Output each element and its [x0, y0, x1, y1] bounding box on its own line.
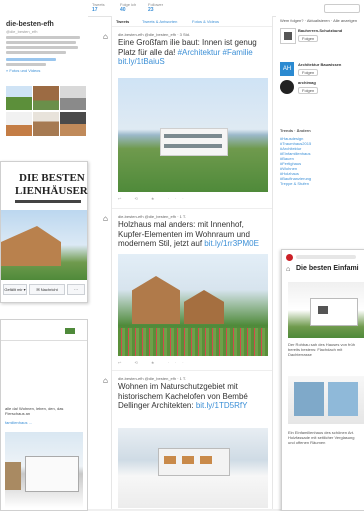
pin-caption: Ein Einfamilienhaus des schönen Art. Hol… [288, 430, 355, 445]
flower-meadow [118, 328, 268, 356]
tweet-image-house[interactable] [118, 78, 268, 192]
board-title: Die besten Einfami [296, 265, 359, 272]
suggested-account[interactable]: Bauherren-Schutzbund Folgen [280, 28, 362, 48]
feed-tabs: Tweets Tweets & Antworten Fotos & Videos [112, 16, 272, 27]
stat-followers[interactable]: Follower 23 [148, 2, 170, 14]
house-logo-icon: ⌂ [286, 266, 291, 273]
wooden-house-shape [1, 226, 61, 266]
account-avatar [280, 28, 296, 44]
profile-sidebar: die-besten-efh @die_besten_efh » Fotos u… [0, 0, 88, 150]
post-image-modern-house[interactable] [5, 432, 83, 508]
tweet-link[interactable]: bit.ly/1TD5RfY [196, 401, 248, 410]
post-text: alle da! Wohnen, leben, den, das Fiersch… [5, 406, 64, 416]
follow-button[interactable]: Folgen [298, 69, 319, 76]
tab-photos-videos[interactable]: Fotos & Videos [192, 19, 219, 24]
pinterest-logo-icon[interactable] [286, 254, 293, 261]
house-logo-icon: ⌂ [103, 32, 108, 41]
tweet-text: Holzhaus mal anders: mit Innenhof, Kupfe… [118, 220, 259, 248]
tweet-image-snow-house[interactable] [118, 428, 268, 508]
pinterest-board-panel: ⌂ Die besten Einfami Der Rohbau sah des … [281, 249, 364, 511]
tweet-actions[interactable]: ↩ ⟲ ★ ··· [118, 360, 190, 365]
tab-tweets[interactable]: Tweets [116, 19, 129, 24]
photo-thumbnail[interactable] [60, 86, 86, 110]
cover-heading-line1: DIE BESTEN [19, 172, 85, 184]
account-avatar: AH [280, 62, 294, 76]
post-link[interactable]: familienhaus ... [5, 420, 32, 425]
photo-thumbnail[interactable] [33, 86, 59, 110]
tweet-author: die-besten-efh @die_besten_efh · 1 T. [118, 214, 187, 219]
photo-thumbnail[interactable] [6, 86, 32, 110]
house-logo-icon: ⌂ [103, 214, 108, 223]
profile-bio [6, 36, 82, 66]
photo-thumbnail[interactable] [60, 112, 86, 136]
house-logo-icon: ⌂ [103, 376, 108, 385]
suggested-account[interactable]: AH Architektur Bauwissen Folgen [280, 62, 362, 82]
follow-button[interactable]: Folgen [298, 35, 319, 42]
trends-title: Trends · Ändern [280, 128, 311, 133]
edit-profile-button[interactable] [324, 4, 360, 13]
tweet-text: Wohnen im Naturschutzgebiet mit historis… [118, 382, 248, 410]
profile-display-name: die-besten-efh [6, 21, 54, 28]
facebook-page-panel: DIE BESTEN LIENHÄUSER Gefällt mir ▾ ✉ Na… [0, 161, 88, 303]
tweet-feed: Tweets Tweets & Antworten Fotos & Videos… [103, 16, 273, 510]
photos-videos-link[interactable]: » Fotos und Videos [6, 68, 40, 73]
pin-caption: Der Rohbau sah des Hauses von früh berei… [288, 342, 355, 357]
follow-button[interactable]: Folgen [298, 87, 319, 94]
stat-following[interactable]: Folge ich 40 [120, 2, 142, 14]
tweet-image-wooden-house[interactable] [118, 254, 268, 356]
account-avatar [280, 80, 294, 94]
suggested-account[interactable]: archimag Folgen [280, 80, 362, 100]
tweet[interactable]: ⌂ die-besten-efh @die_besten_efh · 1 T. … [103, 372, 272, 510]
trend-item[interactable]: Treppe & Stufen [280, 181, 362, 186]
search-input[interactable] [296, 255, 356, 259]
house-shape [160, 128, 228, 156]
pin-image-interior[interactable] [288, 376, 364, 424]
right-sidebar: Wem folgen? · Aktualisieren · Alle anzei… [276, 16, 364, 236]
photo-thumbnail[interactable] [6, 112, 32, 136]
cover-heading-line2: LIENHÄUSER [15, 185, 88, 197]
wooden-house-shape [132, 276, 180, 324]
tweet-text: Eine Großfam ilie baut: Innen ist genug … [118, 38, 257, 66]
tweet-author: die-besten-efh @die_besten_efh · 3 Std. [118, 32, 191, 37]
more-button[interactable]: ··· [67, 284, 85, 295]
cover-image-house[interactable] [1, 210, 87, 280]
tweet[interactable]: ⌂ die-besten-efh @die_besten_efh · 1 T. … [103, 210, 272, 371]
message-button[interactable]: ✉ Nachricht [29, 284, 65, 295]
stat-tweets[interactable]: Tweets 17 [92, 2, 114, 14]
tab-tweets-replies[interactable]: Tweets & Antworten [142, 19, 177, 24]
cover-heading: DIE BESTEN LIENHÄUSER [1, 162, 88, 212]
pin-image-white-house[interactable] [288, 282, 364, 338]
post-preview-panel: alle da! Wohnen, leben, den, das Fiersch… [0, 319, 88, 511]
tweet[interactable]: ⌂ die-besten-efh @die_besten_efh · 3 Std… [103, 28, 272, 209]
photo-thumbnail[interactable] [33, 112, 59, 136]
tweet-actions[interactable]: ↩ ⟲ ★ ··· [118, 196, 190, 201]
profile-handle-secondary: @die_besten_efh [6, 29, 38, 34]
app-icon[interactable] [65, 328, 75, 334]
trends-list: #Hausdesign #Traumhaus2015 #Architektur … [280, 136, 362, 186]
tweet-author: die-besten-efh @die_besten_efh · 1 T. [118, 376, 187, 381]
who-to-follow-title: Wem folgen? · Aktualisieren · Alle anzei… [280, 18, 358, 23]
like-page-button[interactable]: Gefällt mir ▾ [3, 284, 27, 295]
tweet-link[interactable]: bit.ly/1rr3PM0E [204, 239, 259, 248]
